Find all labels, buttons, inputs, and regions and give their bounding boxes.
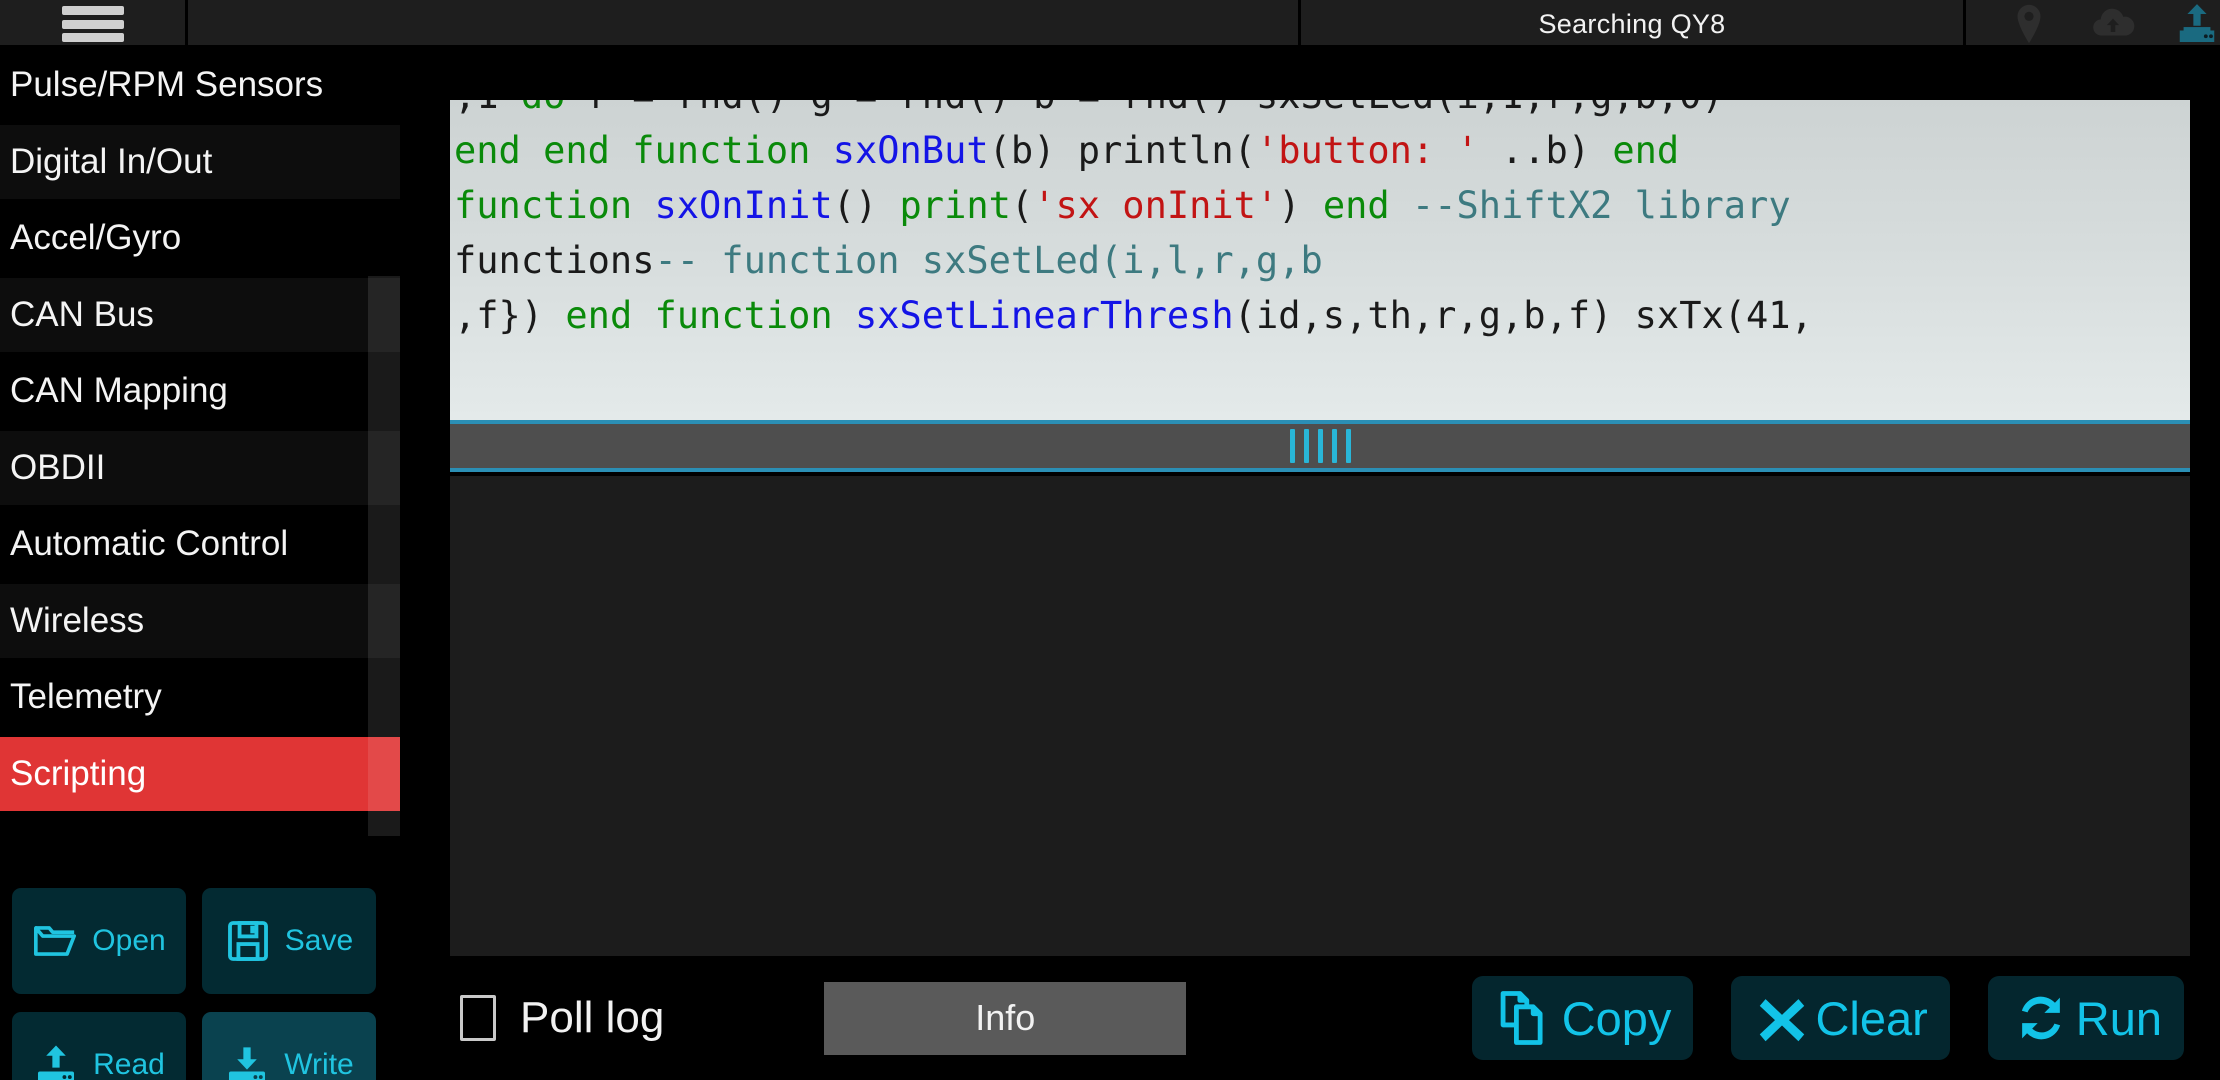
run-button[interactable]: Run	[1987, 976, 2184, 1060]
code-token: 'sx onInit'	[1033, 184, 1279, 227]
code-token: (id,s,th,r,g,b,f) sxTx(41,	[1233, 294, 1813, 337]
device-upload-icon[interactable]	[2174, 1, 2220, 47]
top-bar: Searching QY8	[0, 0, 2220, 48]
device-write-icon	[229, 1047, 266, 1080]
code-token: functions	[454, 239, 655, 282]
app-root: Searching QY8 Pulse/RPM Sensors Digital …	[0, 0, 2220, 1080]
write-button[interactable]: Write	[202, 1012, 376, 1080]
code-token: do	[521, 100, 566, 117]
copy-button[interactable]: Copy	[1471, 976, 1694, 1060]
sidebar-item-label: Digital In/Out	[10, 141, 213, 181]
x-close-icon	[1760, 999, 1805, 1042]
code-token: ..b)	[1478, 129, 1613, 172]
splitter-grip	[1317, 429, 1323, 463]
copy-icon	[1500, 991, 1543, 1045]
sidebar-item-digital-in-out[interactable]: Digital In/Out	[0, 124, 400, 201]
sidebar-item-obdii[interactable]: OBDII	[0, 430, 400, 507]
connection-status: Searching QY8	[1301, 0, 1966, 48]
device-read-icon	[38, 1045, 75, 1080]
sidebar-menu-list: Pulse/RPM Sensors Digital In/Out Accel/G…	[0, 48, 400, 836]
code-token: r = rnd() g = rnd() b = rnd() sxSetLed(i…	[565, 100, 1724, 117]
code-token: ,f})	[454, 294, 566, 337]
sidebar-item-pulse-rpm-sensors[interactable]: Pulse/RPM Sensors	[0, 48, 400, 125]
sidebar-item-label: Scripting	[10, 753, 147, 793]
hamburger-menu-button[interactable]	[0, 0, 188, 48]
clear-button-label: Clear	[1815, 991, 1928, 1045]
code-token: function	[632, 129, 833, 172]
info-button[interactable]: Info	[824, 981, 1187, 1055]
write-button-label: Write	[284, 1048, 354, 1080]
sidebar-item-wireless[interactable]: Wireless	[0, 583, 400, 660]
sidebar-item-label: Pulse/RPM Sensors	[10, 65, 324, 105]
sidebar-item-label: CAN Bus	[10, 294, 154, 334]
sidebar-item-label: CAN Mapping	[10, 371, 228, 411]
save-button-label: Save	[284, 924, 354, 957]
refresh-loop-icon	[2021, 996, 2060, 1040]
poll-log-toggle[interactable]: Poll log	[460, 993, 664, 1043]
floppy-disk-icon	[227, 921, 268, 961]
run-button-label: Run	[2075, 991, 2162, 1045]
code-token: ()	[832, 184, 900, 227]
script-editor-code[interactable]: ,1 do r = rnd() g = rnd() b = rnd() sxSe…	[450, 100, 2190, 343]
poll-log-checkbox[interactable]	[460, 995, 496, 1041]
sidebar-item-label: Wireless	[10, 600, 145, 640]
read-button-label: Read	[93, 1048, 165, 1080]
script-editor[interactable]: ,1 do r = rnd() g = rnd() b = rnd() sxSe…	[450, 100, 2190, 420]
code-token: (b) println(	[988, 129, 1256, 172]
open-button[interactable]: Open	[12, 888, 186, 994]
code-token: ,1	[454, 100, 521, 117]
copy-button-label: Copy	[1561, 991, 1672, 1045]
code-token: (	[1010, 184, 1034, 227]
bottom-toolbar: Poll log Info Copy Clear Run	[400, 956, 2220, 1080]
sidebar-item-telemetry[interactable]: Telemetry	[0, 660, 400, 737]
sidebar-item-can-mapping[interactable]: CAN Mapping	[0, 354, 400, 431]
connection-status-text: Searching QY8	[1538, 8, 1726, 39]
code-token: -- function sxSetLed(i,l,r,g,b	[654, 239, 1323, 282]
folder-open-icon	[34, 926, 77, 956]
code-token: end function	[565, 294, 855, 337]
code-token: sxSetLinearThresh	[854, 294, 1234, 337]
code-token: sxOnBut	[832, 129, 989, 172]
code-token: end end	[454, 129, 633, 172]
topbar-icon-group	[1966, 0, 2220, 48]
save-button[interactable]: Save	[202, 888, 376, 994]
poll-log-label: Poll log	[520, 993, 665, 1042]
sidebar: Pulse/RPM Sensors Digital In/Out Accel/G…	[0, 48, 400, 1080]
code-token: --ShiftX2 library	[1389, 184, 1791, 227]
code-token: )	[1278, 184, 1323, 227]
sidebar-item-scripting[interactable]: Scripting	[0, 736, 400, 813]
code-token: sxOnInit	[654, 184, 833, 227]
sidebar-item-automatic-control[interactable]: Automatic Control	[0, 507, 400, 584]
code-token: print	[899, 184, 1011, 227]
sidebar-action-buttons: Open Save Read Write	[0, 878, 400, 1080]
map-pin-icon[interactable]	[2006, 1, 2052, 47]
sidebar-item-accel-gyro[interactable]: Accel/Gyro	[0, 201, 400, 278]
splitter-grip	[1331, 429, 1337, 463]
hamburger-menu-icon	[61, 6, 124, 42]
code-token: function	[454, 184, 655, 227]
cloud-upload-icon[interactable]	[2090, 1, 2136, 47]
sidebar-item-label: Telemetry	[10, 677, 162, 717]
console-action-buttons: Copy Clear Run	[1471, 976, 2184, 1060]
script-console-output[interactable]	[450, 476, 2190, 996]
splitter-grip	[1289, 429, 1295, 463]
editor-console-splitter[interactable]	[450, 420, 2190, 472]
topbar-spacer	[188, 0, 1301, 48]
code-token: 'button: '	[1255, 129, 1479, 172]
sidebar-item-label: Accel/Gyro	[10, 218, 182, 258]
read-button[interactable]: Read	[12, 1012, 186, 1080]
code-token: end	[1322, 184, 1390, 227]
splitter-grip	[1345, 429, 1351, 463]
code-token: end	[1612, 129, 1680, 172]
splitter-grip	[1303, 429, 1309, 463]
clear-button[interactable]: Clear	[1731, 976, 1950, 1060]
open-button-label: Open	[92, 924, 166, 957]
main-panel: ,1 do r = rnd() g = rnd() b = rnd() sxSe…	[400, 48, 2220, 1080]
sidebar-item-label: Automatic Control	[10, 524, 289, 564]
sidebar-item-label: OBDII	[10, 447, 106, 487]
sidebar-item-can-bus[interactable]: CAN Bus	[0, 277, 400, 354]
info-button-label: Info	[975, 997, 1036, 1038]
